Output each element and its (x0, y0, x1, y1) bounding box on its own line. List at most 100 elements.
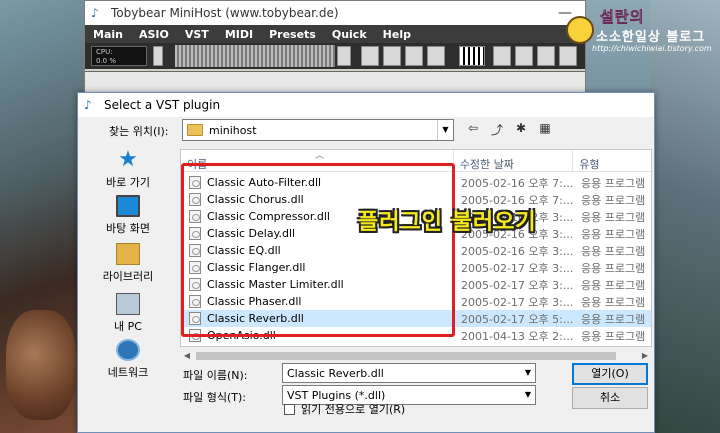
up-folder-icon[interactable]: ⤴ (488, 121, 506, 139)
dll-file-icon (189, 244, 201, 257)
back-icon[interactable]: ⇦ (464, 121, 482, 139)
tool-button-6[interactable] (515, 46, 533, 66)
lookin-dropdown[interactable]: minihost ▼ (182, 119, 454, 141)
readonly-label: 읽기 전용으로 열기(R) (301, 403, 406, 416)
place-label: 라이브러리 (102, 270, 154, 283)
lookin-value: minihost (209, 123, 257, 137)
checkbox-box[interactable] (284, 403, 295, 415)
place-desktop[interactable]: 바탕 화면 (88, 195, 168, 236)
dll-file-icon (189, 295, 201, 308)
file-row[interactable]: Classic Phaser.dll 2005-02-17 오후 3:... 응용 … (181, 293, 651, 310)
file-name: Classic Auto-Filter.dll (207, 176, 322, 189)
tool-button-2[interactable] (383, 46, 401, 66)
file-name-cell: Classic EQ.dll (181, 244, 455, 257)
file-row[interactable]: OpenAsio.dll 2001-04-13 오후 2:... 응용 프로그램 (181, 327, 651, 344)
dll-file-icon (189, 278, 201, 291)
file-date: 2001-04-13 오후 2:... (461, 329, 574, 343)
file-name: Classic Reverb.dll (207, 312, 304, 325)
menu-presets[interactable]: Presets (261, 28, 324, 41)
watermark-subtitle: 소소한일상 블로그 (596, 30, 706, 45)
place-library[interactable]: 라이브러리 (88, 243, 168, 284)
smiley-icon (566, 16, 594, 44)
tool-button-7[interactable] (537, 46, 555, 66)
file-name: Classic EQ.dll (207, 244, 281, 257)
filename-label: 파일 이름(N): (183, 369, 248, 382)
place-this-pc[interactable]: 내 PC (88, 293, 168, 334)
horizontal-scrollbar[interactable]: ◀ ▶ (180, 349, 652, 363)
file-name-cell: Classic Flanger.dll (181, 261, 455, 274)
column-header-date[interactable]: 수정한 날짜 (454, 150, 574, 171)
file-date: 2005-02-16 오후 3:... (461, 244, 574, 258)
place-quick-access[interactable]: ★ 바로 가기 (88, 149, 168, 190)
places-bar: ★ 바로 가기 바탕 화면 라이브러리 내 PC 네트워크 (88, 149, 168, 389)
file-name: OpenAsio.dll (207, 329, 276, 342)
tool-button-4[interactable] (427, 46, 445, 66)
tool-button-1[interactable] (361, 46, 379, 66)
file-name: Classic Compressor.dll (207, 210, 330, 223)
minihost-window: ♪ Tobybear MiniHost (www.tobybear.de) — … (84, 0, 586, 97)
menu-main[interactable]: Main (85, 28, 131, 41)
view-menu-icon[interactable]: ▦ (536, 121, 554, 139)
parameter-slider-strip[interactable] (175, 45, 335, 67)
file-name-cell: Classic Master Limiter.dll (181, 278, 455, 291)
file-type: 응용 프로그램 (581, 261, 646, 275)
menu-midi[interactable]: MIDI (217, 28, 261, 41)
filetype-value: VST Plugins (*.dll) (287, 388, 386, 402)
new-folder-icon[interactable]: ✱ (512, 121, 530, 139)
file-name: Classic Delay.dll (207, 227, 296, 240)
library-icon (116, 243, 140, 265)
file-date: 2005-02-16 오후 7:... (461, 176, 574, 190)
filetype-label: 파일 형식(T): (183, 391, 246, 404)
file-row[interactable]: Classic Flanger.dll 2005-02-17 오후 3:... 응용… (181, 259, 651, 276)
volume-fader[interactable] (153, 46, 163, 66)
chevron-down-icon[interactable]: ▼ (521, 386, 535, 404)
dll-file-icon (189, 261, 201, 274)
chevron-down-icon[interactable]: ▼ (437, 120, 453, 140)
star-icon: ★ (118, 147, 138, 172)
menu-vst[interactable]: VST (177, 28, 217, 41)
file-row[interactable]: Classic Auto-Filter.dll 2005-02-16 오후 7:.… (181, 174, 651, 191)
file-type: 응용 프로그램 (581, 210, 646, 224)
tool-button-5[interactable] (493, 46, 511, 66)
minihost-titlebar: ♪ Tobybear MiniHost (www.tobybear.de) — (85, 1, 585, 25)
dll-file-icon (189, 176, 201, 189)
file-name: Classic Master Limiter.dll (207, 278, 344, 291)
blog-watermark: 설란의 소소한일상 블로그 http://chiwichiwiai.tistor… (566, 4, 716, 58)
scrollbar-thumb[interactable] (196, 352, 616, 360)
dll-file-icon (189, 210, 201, 223)
keyboard-icon[interactable] (459, 46, 485, 66)
file-list: ︿ 이름 수정한 날짜 유형 Classic Auto-Filter.dll 20… (180, 149, 652, 347)
file-row[interactable]: Classic Reverb.dll 2005-02-17 오후 5:... 응용 … (181, 310, 651, 327)
filename-input[interactable]: Classic Reverb.dll ▼ (282, 363, 536, 383)
scroll-right-icon[interactable]: ▶ (638, 349, 652, 363)
file-row[interactable]: Classic Master Limiter.dll 2005-02-17 오후 … (181, 276, 651, 293)
place-network[interactable]: 네트워크 (88, 339, 168, 380)
file-type: 응용 프로그램 (581, 329, 646, 343)
dll-file-icon (189, 227, 201, 240)
file-date: 2005-02-17 오후 3:... (461, 295, 574, 309)
place-label: 네트워크 (107, 366, 149, 379)
cpu-value: 0.0 % (96, 57, 117, 65)
background-ornament (6, 310, 76, 420)
dialog-body: 찾는 위치(I): minihost ▼ ⇦ ⤴ ✱ ▦ ★ 바로 가기 바탕 … (78, 117, 654, 432)
menu-help[interactable]: Help (375, 28, 419, 41)
tool-button-3[interactable] (405, 46, 423, 66)
menu-quick[interactable]: Quick (324, 28, 375, 41)
chevron-down-icon[interactable]: ▼ (521, 364, 535, 382)
file-type: 응용 프로그램 (581, 295, 646, 309)
cpu-meter: CPU: 0.0 % (91, 46, 147, 66)
file-type: 응용 프로그램 (581, 227, 646, 241)
scroll-arrow-button[interactable] (337, 46, 351, 66)
annotation-text: 플러그인 불러오기 (358, 210, 537, 235)
open-button[interactable]: 열기(O) (572, 363, 648, 385)
dll-file-icon (189, 312, 201, 325)
column-header-type[interactable]: 유형 (573, 150, 651, 171)
cpu-label: CPU: (96, 48, 113, 56)
computer-icon (116, 293, 140, 315)
file-row[interactable]: Classic EQ.dll 2005-02-16 오후 3:... 응용 프로그램 (181, 242, 651, 259)
menu-asio[interactable]: ASIO (131, 28, 177, 41)
scroll-left-icon[interactable]: ◀ (180, 349, 194, 363)
readonly-checkbox[interactable]: 읽기 전용으로 열기(R) (284, 401, 405, 417)
file-name-cell: Classic Reverb.dll (181, 312, 455, 325)
cancel-button[interactable]: 취소 (572, 387, 648, 409)
